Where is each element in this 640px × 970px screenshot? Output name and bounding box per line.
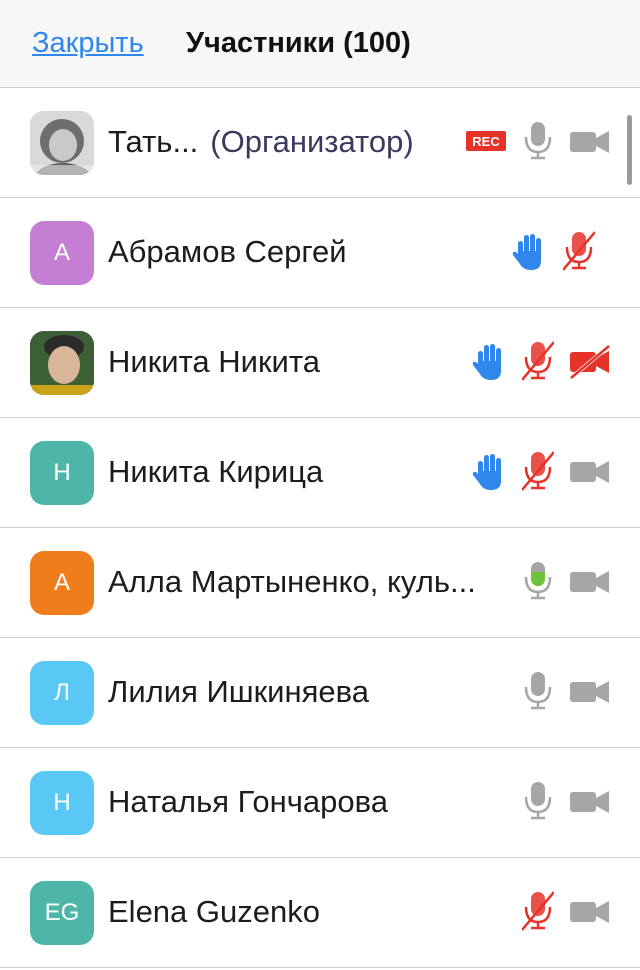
participant-name: Алла Мартыненко, куль... <box>108 564 476 599</box>
participant-name: Наталья Гончарова <box>108 784 388 819</box>
scrollbar[interactable] <box>627 115 632 185</box>
video-camera-icon[interactable] <box>569 564 611 605</box>
participant-row[interactable]: Н Наталья Гончарова <box>0 748 640 858</box>
participant-row[interactable]: А Абрамов Сергей <box>0 198 640 308</box>
microphone-muted-icon[interactable] <box>521 340 555 387</box>
video-camera-muted-icon[interactable] <box>569 344 611 385</box>
video-camera-icon[interactable] <box>569 674 611 715</box>
video-camera-icon[interactable] <box>569 784 611 825</box>
avatar-initials: Н <box>53 459 71 486</box>
participant-name: Тать... (Организатор) <box>108 124 414 159</box>
microphone-icon[interactable] <box>522 120 554 167</box>
avatar-initials: EG <box>44 899 80 926</box>
microphone-muted-icon[interactable] <box>521 450 555 497</box>
participants-list[interactable]: Тать... (Организатор) REC А Абрамов Сергей Ни… <box>0 88 640 968</box>
microphone-icon[interactable] <box>522 780 554 827</box>
participant-name: Никита Никита <box>108 344 320 379</box>
video-camera-icon[interactable] <box>569 454 611 495</box>
participant-row[interactable]: А Алла Мартыненко, куль... <box>0 528 640 638</box>
participant-name: Никита Кирица <box>108 454 324 489</box>
video-camera-icon[interactable] <box>569 124 611 165</box>
participant-name: Абрамов Сергей <box>108 234 347 269</box>
avatar: А <box>30 551 94 615</box>
avatar <box>30 331 94 395</box>
participant-name: Elena Guzenko <box>108 894 320 929</box>
avatar-initials: А <box>53 239 70 266</box>
microphone-muted-icon[interactable] <box>521 890 555 937</box>
avatar-initials: Н <box>53 789 71 816</box>
page-title: Участники (100) <box>186 27 411 59</box>
avatar: EG <box>30 881 94 945</box>
microphone-muted-icon[interactable] <box>562 230 596 277</box>
participant-row[interactable]: Тать... (Организатор) REC <box>0 88 640 198</box>
participant-row[interactable]: Л Лилия Ишкиняева <box>0 638 640 748</box>
microphone-icon[interactable] <box>522 670 554 717</box>
avatar-initials: Л <box>54 679 70 706</box>
close-button[interactable]: Закрыть <box>32 27 144 60</box>
avatar: Н <box>30 441 94 505</box>
participant-name: Лилия Ишкиняева <box>108 674 370 709</box>
participants-header: Закрыть Участники (100) <box>0 0 640 88</box>
rec-badge: REC <box>466 131 506 151</box>
participant-row[interactable]: EG Elena Guzenko <box>0 858 640 968</box>
microphone-icon[interactable] <box>522 560 554 607</box>
avatar-initials: А <box>53 569 70 596</box>
hand-icon <box>472 341 506 386</box>
avatar: Л <box>30 661 94 725</box>
avatar: А <box>30 221 94 285</box>
participant-row[interactable]: Н Никита Кирица <box>0 418 640 528</box>
host-role-label: (Организатор) <box>210 124 414 159</box>
hand-icon <box>472 451 506 496</box>
participant-row[interactable]: Никита Никита <box>0 308 640 418</box>
hand-icon <box>512 231 546 276</box>
avatar: Н <box>30 771 94 835</box>
avatar <box>30 111 94 175</box>
video-camera-icon[interactable] <box>569 894 611 935</box>
